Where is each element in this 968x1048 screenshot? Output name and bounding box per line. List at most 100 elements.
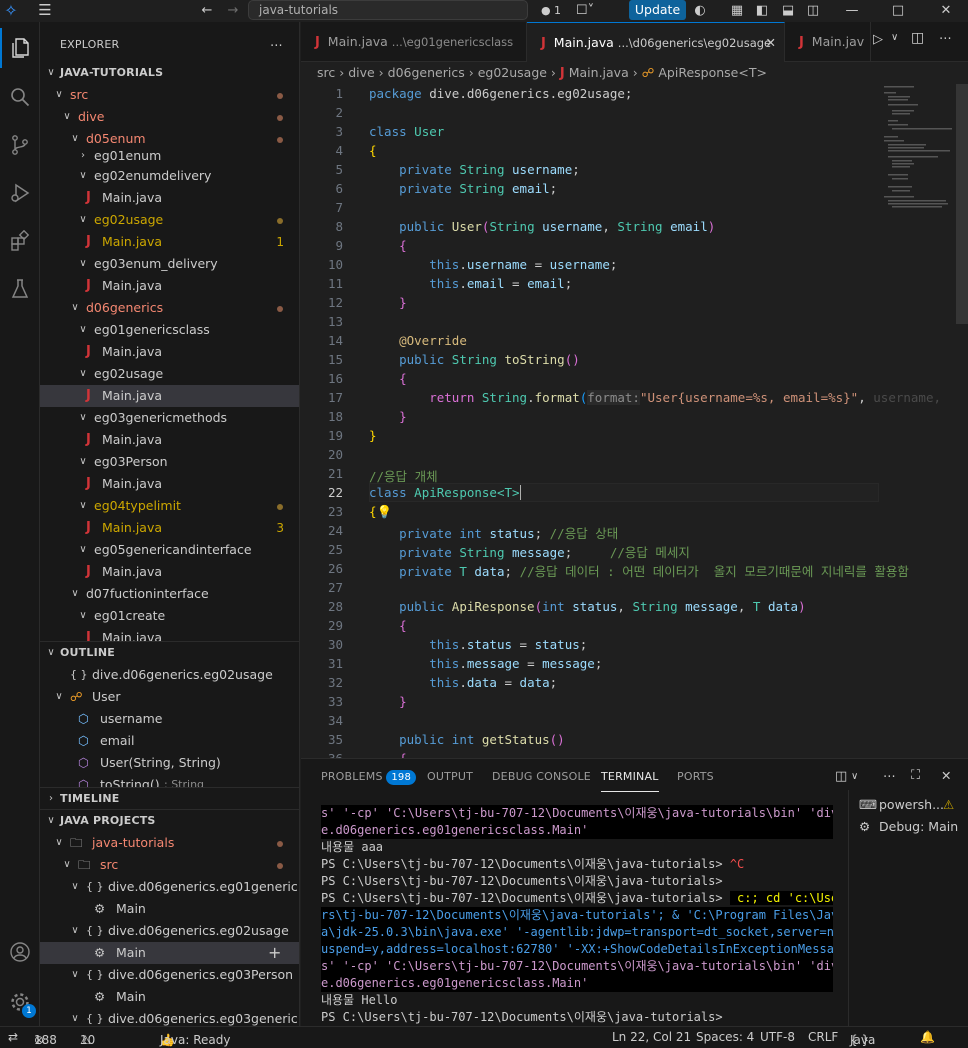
more-actions-icon[interactable]: ⋯ bbox=[883, 768, 896, 783]
terminal-output[interactable]: s' '-cp' 'C:\Users\tj-bu-707-12\Document… bbox=[321, 805, 833, 1026]
tree-item-eg02usage[interactable]: ∨ eg02usage bbox=[40, 363, 299, 385]
testing-icon[interactable] bbox=[0, 269, 40, 309]
update-button[interactable]: Update bbox=[629, 0, 686, 20]
tab-problems[interactable]: PROBLEMS 198 bbox=[321, 759, 417, 795]
notifications-bell-icon[interactable]: 🔔 bbox=[920, 1030, 935, 1044]
tree-item-eg05genericandinterface[interactable]: ∨ eg05genericandinterface bbox=[40, 539, 299, 561]
source-control-icon[interactable] bbox=[0, 125, 40, 165]
breadcrumb-item[interactable]: Main.java bbox=[569, 65, 629, 80]
java-projects-section-header[interactable]: ∨ JAVA PROJECTS bbox=[40, 810, 299, 832]
outline-item-tostring[interactable]: ⬡ toString(): String bbox=[40, 774, 299, 788]
outline-item-constructor[interactable]: ⬡ User(String, String) bbox=[40, 752, 299, 774]
chat-icon[interactable]: ☐˅ bbox=[570, 0, 600, 20]
editor-scrollbar[interactable] bbox=[956, 84, 968, 324]
jp-item-package[interactable]: ∨ { } dive.d06generics.eg01generic... bbox=[40, 876, 299, 898]
tree-item-main-java[interactable]: J Main.java bbox=[40, 187, 299, 209]
tab-main-java-eg01[interactable]: J Main.java ...\eg01genericsclass bbox=[301, 22, 527, 62]
tree-item-eg03person[interactable]: ∨ eg03Person bbox=[40, 451, 299, 473]
tree-item-main-java[interactable]: J Main.java 3 bbox=[40, 517, 299, 539]
line-ending[interactable]: CRLF bbox=[808, 1030, 838, 1044]
outline-item-username[interactable]: ⬡ username bbox=[40, 708, 299, 730]
run-debug-icon[interactable] bbox=[0, 173, 40, 213]
accounts-icon[interactable]: ◐ bbox=[690, 0, 710, 20]
split-editor-icon[interactable]: ◫ bbox=[911, 30, 924, 46]
tree-item-main-java[interactable]: J Main.java bbox=[40, 429, 299, 451]
close-tab-icon[interactable]: ✕ bbox=[766, 23, 776, 62]
breadcrumb-item[interactable]: ApiResponse<T> bbox=[658, 65, 767, 80]
split-terminal-icon[interactable]: ◫ bbox=[835, 769, 847, 784]
tree-item-main-java[interactable]: J Main.java bbox=[40, 561, 299, 583]
minimize-icon[interactable]: — bbox=[840, 0, 864, 20]
terminal-item-debug[interactable]: ⚙ Debug: Main bbox=[849, 816, 968, 838]
tree-item-eg03enum-delivery[interactable]: ∨ eg03enum_delivery bbox=[40, 253, 299, 275]
maximize-panel-icon[interactable]: ⛶ bbox=[911, 768, 920, 783]
tree-item-main-java[interactable]: J Main.java bbox=[40, 473, 299, 495]
accounts-icon[interactable] bbox=[0, 932, 40, 972]
project-section-header[interactable]: ∨ JAVA-TUTORIALS bbox=[40, 62, 299, 84]
tree-item-eg01genericsclass[interactable]: ∨ eg01genericsclass bbox=[40, 319, 299, 341]
outline-item-package[interactable]: { } dive.d06generics.eg02usage bbox=[40, 664, 299, 686]
back-arrow-icon[interactable]: ← bbox=[196, 0, 218, 20]
toggle-panel-icon[interactable]: ⬓ bbox=[779, 0, 797, 20]
cursor-position[interactable]: Ln 22, Col 21 bbox=[612, 1030, 691, 1044]
tree-item-dive[interactable]: ∨ dive bbox=[40, 106, 299, 128]
explorer-icon[interactable] bbox=[0, 28, 40, 68]
tab-terminal[interactable]: TERMINAL bbox=[601, 762, 659, 792]
extensions-icon[interactable] bbox=[0, 221, 40, 261]
jp-item-package[interactable]: ∨ { } dive.d06generics.eg03Person bbox=[40, 964, 299, 986]
tree-item-eg02enumdelivery[interactable]: ∨ eg02enumdelivery bbox=[40, 165, 299, 187]
tree-item-eg04typelimit[interactable]: ∨ eg04typelimit bbox=[40, 495, 299, 517]
breadcrumb-item[interactable]: dive bbox=[348, 65, 375, 80]
outline-section-header[interactable]: ∨ OUTLINE bbox=[40, 642, 299, 664]
tree-item-main-java[interactable]: J Main.java bbox=[40, 627, 299, 641]
tree-item-eg01create[interactable]: ∨ eg01create bbox=[40, 605, 299, 627]
command-center-search[interactable]: java-tutorials bbox=[248, 0, 528, 20]
tree-item-main-java[interactable]: J Main.java bbox=[40, 275, 299, 297]
forward-arrow-icon[interactable]: → bbox=[222, 0, 244, 20]
toggle-sidebar-icon[interactable]: ◧ bbox=[753, 0, 771, 20]
jp-item-project[interactable]: ∨ 🗀 java-tutorials bbox=[40, 832, 299, 854]
breadcrumb-item[interactable]: eg02usage bbox=[478, 65, 547, 80]
chevron-down-icon[interactable]: ∨ bbox=[891, 32, 898, 43]
minimap[interactable] bbox=[880, 84, 956, 224]
maximize-icon[interactable]: □ bbox=[886, 0, 910, 20]
settings-gear-icon[interactable]: 1 bbox=[0, 982, 40, 1022]
jp-item-package[interactable]: ∨ { } dive.d06generics.eg02usage bbox=[40, 920, 299, 942]
tree-item-d07fuctioninterface[interactable]: ∨ d07fuctioninterface bbox=[40, 583, 299, 605]
add-icon[interactable]: + bbox=[268, 942, 281, 964]
terminal-item-powershell[interactable]: ⌨ powersh... ⚠ bbox=[849, 794, 968, 816]
tree-item-eg03genericmethods[interactable]: ∨ eg03genericmethods bbox=[40, 407, 299, 429]
search-icon[interactable] bbox=[0, 77, 40, 117]
lightbulb-icon[interactable]: 💡 bbox=[377, 504, 393, 519]
menu-icon[interactable]: ☰ bbox=[34, 0, 56, 20]
encoding[interactable]: UTF-8 bbox=[760, 1030, 795, 1044]
timeline-section-header[interactable]: › TIMELINE bbox=[40, 788, 299, 810]
tree-item-d06generics[interactable]: ∨ d06generics bbox=[40, 297, 299, 319]
breadcrumb-item[interactable]: src bbox=[317, 65, 335, 80]
outline-item-user-class[interactable]: ∨ ☍ User bbox=[40, 686, 299, 708]
tab-output[interactable]: OUTPUT bbox=[427, 759, 473, 795]
notification-count[interactable]: ● 1 bbox=[536, 0, 566, 20]
code-editor[interactable]: 1 2 3 4 5 6 7 8 9 10 11 12 13 14 15 16 17 18 19 20 21 22 23 24 2… bbox=[301, 84, 956, 758]
breadcrumb-item[interactable]: d06generics bbox=[388, 65, 465, 80]
close-window-icon[interactable]: ✕ bbox=[934, 0, 958, 20]
tab-debug-console[interactable]: DEBUG CONSOLE bbox=[492, 759, 591, 795]
tree-item-main-java[interactable]: J Main.java 1 bbox=[40, 231, 299, 253]
close-panel-icon[interactable]: ✕ bbox=[941, 768, 951, 783]
jp-item-main-selected[interactable]: ⚙ Main + bbox=[40, 942, 299, 964]
tree-item-src[interactable]: ∨ src bbox=[40, 84, 299, 106]
run-icon[interactable]: ▷ bbox=[873, 32, 883, 47]
jp-item-src[interactable]: ∨ 🗀 src bbox=[40, 854, 299, 876]
remote-icon[interactable]: ⇄ bbox=[8, 1030, 18, 1044]
more-actions-icon[interactable]: ⋯ bbox=[939, 30, 952, 45]
outline-item-email[interactable]: ⬡ email bbox=[40, 730, 299, 752]
tab-main-java-eg02-active[interactable]: J Main.java ...\d06generics\eg02usage ✕ bbox=[527, 22, 785, 62]
jp-item-package[interactable]: ∨ { } dive.d06generics.eg03generic... bbox=[40, 1008, 299, 1026]
toggle-secondary-sidebar-icon[interactable]: ◫ bbox=[804, 0, 822, 20]
tree-item-eg01enum[interactable]: › eg01enum bbox=[40, 145, 299, 167]
tab-main-java-3[interactable]: J Main.jav bbox=[785, 22, 871, 62]
customize-layout-icon[interactable]: ▦ bbox=[728, 0, 746, 20]
jp-item-main[interactable]: ⚙ Main bbox=[40, 898, 299, 920]
more-actions-icon[interactable]: ⋯ bbox=[270, 34, 283, 56]
tree-item-main-java-selected[interactable]: J Main.java bbox=[40, 385, 299, 407]
